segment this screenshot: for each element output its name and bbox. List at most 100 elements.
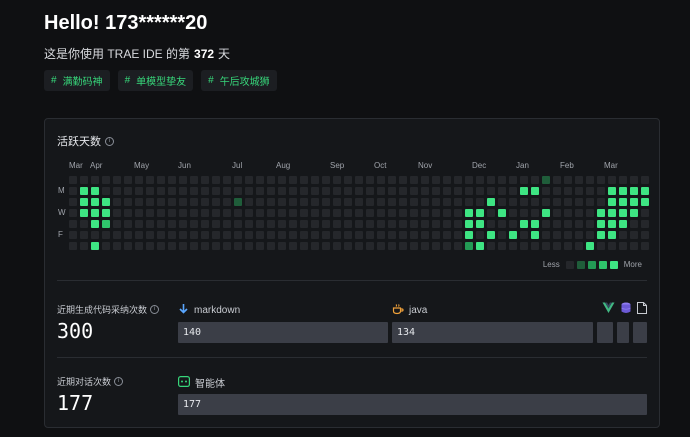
heatmap-cell [520, 220, 528, 228]
heatmap-cell [443, 198, 451, 206]
heatmap-cell [564, 231, 572, 239]
heatmap-cell [278, 187, 286, 195]
heatmap-cell [531, 231, 539, 239]
heatmap-cell [399, 176, 407, 184]
heatmap-cell [542, 231, 550, 239]
heatmap-cell [102, 242, 110, 250]
heatmap-cell [443, 187, 451, 195]
heatmap-cell [80, 187, 88, 195]
series-bar-java[interactable]: 134 [392, 322, 593, 343]
heatmap-cell [190, 231, 198, 239]
heatmap-cell [355, 176, 363, 184]
usage-days: 372 [194, 47, 215, 61]
heatmap-cell [509, 220, 517, 228]
heatmap-cell [531, 198, 539, 206]
heatmap-cell [267, 198, 275, 206]
legend-swatch [565, 260, 574, 269]
heatmap-cell [300, 187, 308, 195]
series-name: markdown [194, 305, 241, 316]
heatmap-cell [80, 176, 88, 184]
series-bar-database[interactable] [617, 322, 629, 343]
heatmap-cell [476, 231, 484, 239]
hash-icon: # [124, 75, 131, 86]
heatmap-cell [421, 209, 429, 217]
heatmap-cell [201, 242, 209, 250]
heatmap-cell [531, 187, 539, 195]
info-icon[interactable]: i [114, 377, 124, 386]
heatmap-cell [553, 176, 561, 184]
heatmap-cell [146, 242, 154, 250]
heatmap-cell [256, 176, 264, 184]
month-labels: Mar Apr May Jun Jul Aug Sep Oct Nov Dec … [69, 161, 649, 173]
java-cup-icon [392, 303, 404, 318]
heatmap-cell [487, 198, 495, 206]
heatmap-cell [113, 220, 121, 228]
heatmap-cell [124, 187, 132, 195]
heatmap-cell [223, 209, 231, 217]
heatmap-cell [564, 209, 572, 217]
series-bar-agent[interactable]: 177 [178, 394, 647, 415]
series-bar-file[interactable] [633, 322, 647, 343]
heatmap-cell [476, 220, 484, 228]
heatmap-cell [333, 220, 341, 228]
heatmap-cell [443, 220, 451, 228]
month-label: May [134, 161, 150, 170]
heatmap-cell [311, 220, 319, 228]
heatmap-cell [113, 231, 121, 239]
heatmap-cell [344, 209, 352, 217]
heatmap-cell [289, 198, 297, 206]
info-icon[interactable]: i [150, 305, 160, 314]
heatmap-cell [388, 198, 396, 206]
heatmap-cell [179, 231, 187, 239]
heatmap-cell [69, 198, 77, 206]
heatmap-cell [190, 242, 198, 250]
heatmap-cell [487, 231, 495, 239]
heatmap-cell [454, 209, 462, 217]
heatmap-cell [388, 231, 396, 239]
heatmap-cell [476, 187, 484, 195]
heatmap-cell [553, 231, 561, 239]
heatmap-cell [157, 220, 165, 228]
heatmap-cell [344, 187, 352, 195]
heatmap-cell [135, 176, 143, 184]
heatmap-cell [91, 198, 99, 206]
heatmap-cell [245, 176, 253, 184]
heatmap-cell [421, 198, 429, 206]
heatmap-cell [410, 231, 418, 239]
heatmap-cell [157, 209, 165, 217]
heatmap-cell [476, 176, 484, 184]
heatmap-cell [586, 231, 594, 239]
heatmap-cell [267, 209, 275, 217]
heatmap-cell [289, 242, 297, 250]
heatmap-cell [102, 231, 110, 239]
heatmap-cell [102, 176, 110, 184]
heatmap-cell [234, 176, 242, 184]
heatmap-cell [146, 220, 154, 228]
heatmap-cell [179, 198, 187, 206]
series-name: 智能体 [195, 379, 225, 390]
tag-list: # 满勤码神 # 单模型挚友 # 午后攻城狮 [44, 70, 277, 91]
heatmap-cell [355, 187, 363, 195]
heatmap-cell [69, 187, 77, 195]
month-label: Jul [232, 161, 243, 170]
heatmap-cell [157, 198, 165, 206]
heatmap-cell [410, 220, 418, 228]
heatmap-cell [575, 231, 583, 239]
divider [57, 357, 647, 358]
heatmap-legend: Less More [540, 260, 645, 269]
heatmap-cell [520, 176, 528, 184]
heatmap-cell [278, 220, 286, 228]
info-icon[interactable]: i [105, 136, 114, 146]
heatmap-cell [454, 231, 462, 239]
heatmap-cell [443, 242, 451, 250]
heatmap-cell [278, 176, 286, 184]
heatmap-cell [366, 209, 374, 217]
heatmap-cell [564, 176, 572, 184]
heatmap-cell [168, 220, 176, 228]
series-name: java [409, 305, 428, 316]
series-bar-markdown[interactable]: 140 [178, 322, 388, 343]
heatmap-cell [520, 242, 528, 250]
heatmap-cell [586, 176, 594, 184]
series-bar-vue[interactable] [597, 322, 613, 343]
heatmap-cell [377, 242, 385, 250]
